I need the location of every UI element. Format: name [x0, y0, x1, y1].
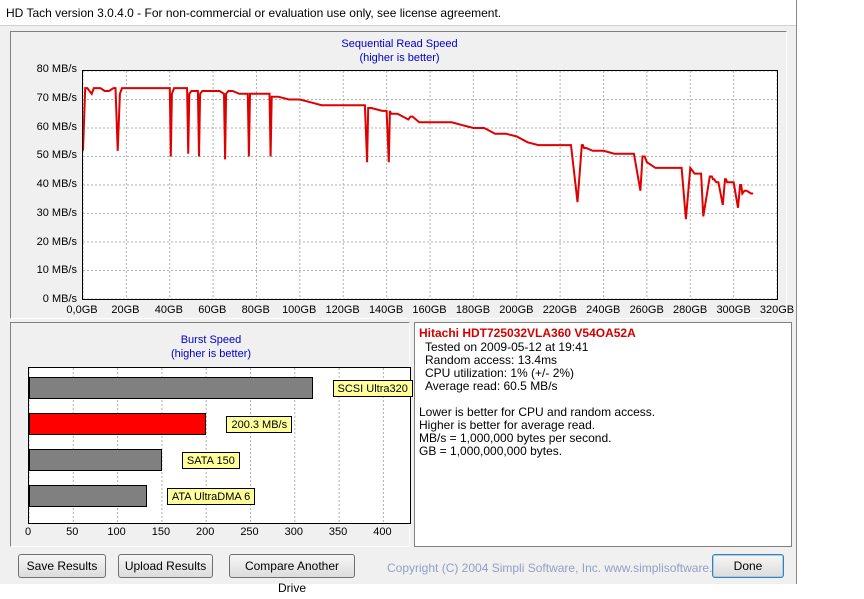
burst-bar [29, 413, 207, 435]
burst-x-tick-label: 250 [240, 526, 259, 538]
burst-x-tick-label: 200 [196, 526, 215, 538]
window-title: HD Tach version 3.0.4.0 - For non-commer… [6, 6, 502, 20]
sequential-x-tick-label: 320GB [759, 304, 795, 316]
sequential-chart-subtitle: (higher is better) [359, 52, 440, 64]
sequential-y-tick-label: 60 MB/s [36, 120, 77, 133]
title-bar: HD Tach version 3.0.4.0 - For non-commer… [0, 0, 796, 26]
copyright-text: Copyright (C) 2004 Simpli Software, Inc.… [387, 561, 736, 575]
average-read: Average read: 60.5 MB/s [425, 379, 558, 393]
drive-name: Hitachi HDT725032VLA360 V54OA52A [419, 326, 636, 340]
sequential-plot-area [82, 70, 778, 300]
note-mbs-definition: MB/s = 1,000,000 bytes per second. [419, 431, 612, 445]
burst-chart-subtitle: (higher is better) [170, 348, 252, 360]
burst-bar [29, 377, 313, 399]
sequential-y-tick-label: 80 MB/s [36, 63, 77, 75]
done-button[interactable]: Done [712, 554, 784, 578]
drive-info-panel: Hitachi HDT725032VLA360 V54OA52A Tested … [414, 322, 792, 547]
sequential-read-panel: Sequential Read Speed (higher is better)… [10, 31, 794, 319]
sequential-read-chart [83, 71, 777, 299]
burst-x-tick-label: 300 [284, 526, 303, 538]
burst-x-tick-label: 50 [66, 526, 79, 538]
note-cpu-random: Lower is better for CPU and random acces… [419, 405, 656, 419]
sequential-read-series-line [83, 87, 754, 220]
burst-bar-label: SATA 150 [181, 452, 240, 469]
burst-bar [29, 449, 162, 471]
sequential-y-tick-label: 10 MB/s [36, 264, 77, 277]
compare-another-drive-button[interactable]: Compare Another Drive [229, 554, 355, 595]
burst-bar-label: ATA UltraDMA 6 [166, 488, 256, 505]
upload-results-button[interactable]: Upload Results [118, 554, 213, 578]
burst-bar-label: 200.3 MB/s [226, 416, 293, 433]
random-access: Random access: 13.4ms [425, 353, 558, 367]
burst-x-tick-label: 350 [328, 526, 348, 538]
save-results-button[interactable]: Save Results [18, 554, 106, 578]
sequential-chart-title: Sequential Read Speed [341, 38, 458, 50]
app-window: HD Tach version 3.0.4.0 - For non-commer… [0, 0, 797, 595]
sequential-y-tick-label: 40 MB/s [36, 178, 77, 190]
sequential-y-tick-label: 30 MB/s [36, 206, 77, 219]
burst-x-tick-label: 400 [373, 526, 392, 538]
sequential-y-tick-label: 50 MB/s [36, 149, 77, 162]
cpu-utilization: CPU utilization: 1% (+/- 2%) [425, 366, 575, 380]
tested-on: Tested on 2009-05-12 at 19:41 [425, 340, 589, 354]
burst-plot-area: SCSI Ultra320 200.3 MB/s SATA 150 ATA Ultra… [28, 367, 413, 524]
note-average-read: Higher is better for average read. [419, 418, 596, 432]
burst-bar-label: SCSI Ultra320 [332, 380, 413, 397]
burst-chart-title: Burst Speed [180, 334, 242, 346]
sequential-y-tick-label: 70 MB/s [36, 91, 77, 104]
burst-x-tick-label: 0 [24, 526, 32, 538]
sequential-y-tick-label: 20 MB/s [36, 235, 77, 248]
note-gb-definition: GB = 1,000,000,000 bytes. [419, 444, 563, 458]
burst-x-tick-label: 100 [107, 526, 126, 538]
burst-x-tick-label: 150 [151, 526, 171, 538]
burst-bar [29, 485, 147, 507]
burst-speed-panel: Burst Speed (higher is better) SCSI Ultr… [10, 322, 413, 547]
